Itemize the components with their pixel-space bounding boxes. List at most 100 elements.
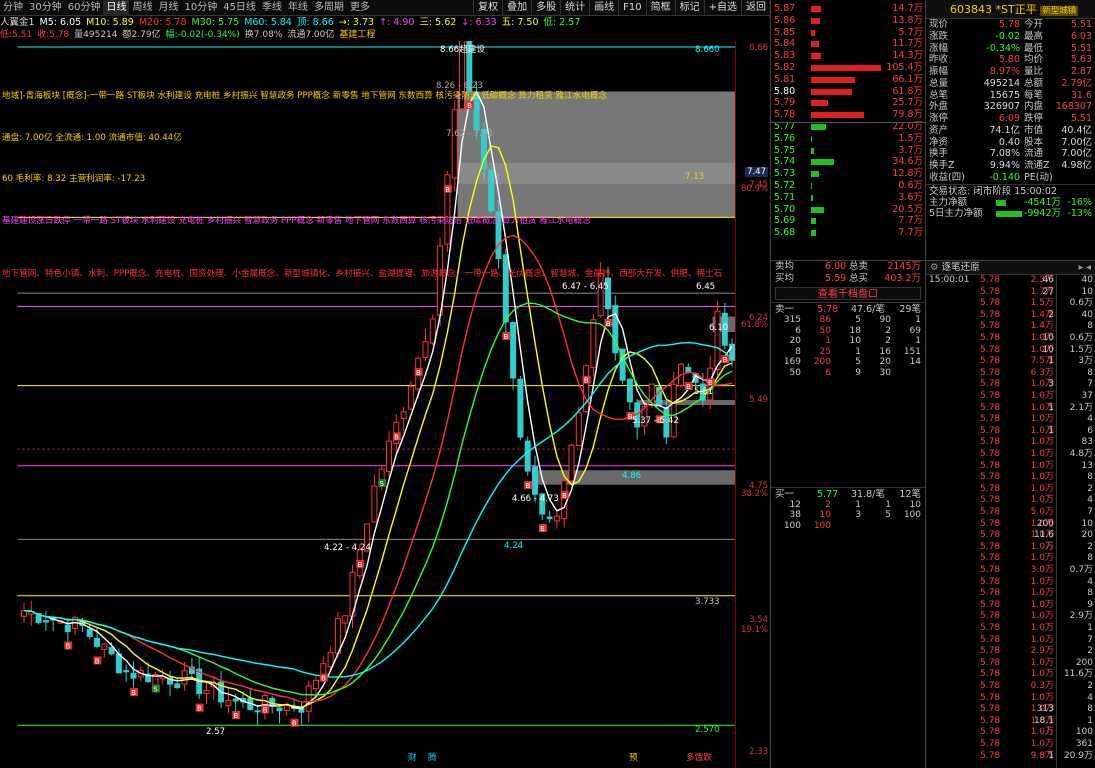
tick-volume: 1.0万 (1030, 391, 1054, 401)
signal-marker-label: B (66, 643, 71, 651)
quote-cell: 股本 (1024, 136, 1044, 148)
tick-count: 1 (1048, 356, 1054, 367)
capital-flow: 主力净额 -4541万 -16% 5日主力净额 -9942万 -13% (926, 197, 1095, 221)
timeframe-tab-3[interactable]: 日线 (103, 0, 130, 16)
ma-legend-item: 顶: 8.66 (296, 17, 334, 28)
ob-price: 5.83 (774, 50, 796, 62)
candle-body (203, 689, 210, 695)
ma-legend-item: 人翼金1 (0, 17, 35, 28)
ask-row[interactable]: 5.80 61.8万 (771, 86, 926, 98)
candle-body (334, 618, 341, 654)
quote-row: 换手 7.08% 流通 7.00亿 (926, 148, 1095, 160)
toolbar-button-3[interactable]: 统计 (560, 0, 589, 16)
tick-aux: 40 (1081, 309, 1093, 320)
candlestick-chart[interactable]: B B B S B B B B B B S B B B B B B B B B B B B B B B (0, 41, 770, 768)
toolbar-button-8[interactable]: +自选 (703, 0, 741, 16)
depth-view-button[interactable]: 查看千档盘口 (775, 287, 921, 300)
queue-cell: 1 (825, 336, 831, 347)
timeframe-tab-11[interactable]: 更多 (347, 0, 373, 16)
timeframe-tab-5[interactable]: 月线 (155, 0, 181, 16)
ask-row[interactable]: 5.87 14.7万 (771, 3, 926, 15)
ask-row[interactable]: 5.81 66.1万 (771, 74, 926, 86)
ask-row[interactable]: 5.83 14.3万 (771, 50, 926, 62)
tick-aux: 10 (1081, 286, 1093, 297)
ob-price: 5.74 (774, 156, 796, 168)
toolbar-button-1[interactable]: 叠加 (502, 0, 531, 16)
tick-aux: 4 (1087, 414, 1093, 425)
stock-title[interactable]: 603843 *ST正平 新型城镇 (926, 0, 1095, 19)
ask-row[interactable]: 5.86 13.8万 (771, 15, 926, 27)
timeframe-tab-4[interactable]: 周线 (129, 0, 155, 16)
flow-row: 主力净额 -4541万 -16% (926, 197, 1095, 209)
bid-row[interactable]: 5.72 0.6万 (771, 180, 926, 192)
toolbar-button-7[interactable]: 标记 (674, 0, 704, 16)
ask-row[interactable]: 5.85 5.7万 (771, 27, 926, 39)
quote-cell: 涨跌 (929, 30, 949, 42)
tick-header[interactable]: ⚙ 逐笔还原 ▸ ◂ (926, 261, 1095, 275)
axis-label: 80.9% (740, 184, 768, 194)
quote-cell: -0.02 (995, 30, 1020, 42)
toolbar-button-0[interactable]: 复权 (473, 0, 502, 16)
timeframe-tab-0[interactable]: 分钟 (0, 0, 26, 16)
quote-row: 现价 5.78 今开 5.51 (926, 19, 1095, 31)
tick-gear-icon[interactable]: ⚙ (930, 262, 939, 273)
bid-row[interactable]: 5.74 34.6万 (771, 156, 926, 168)
toolbar-button-4[interactable]: 画线 (589, 0, 618, 16)
queue-cell: 2 (885, 336, 891, 347)
timeframe-tab-2[interactable]: 60分钟 (65, 0, 104, 16)
tick-header-label: 逐笔还原 (941, 262, 980, 273)
timeframe-tab-6[interactable]: 10分钟 (181, 0, 220, 16)
toolbar-button-6[interactable]: 简框 (645, 0, 675, 16)
timeframe-tab-9[interactable]: 年线 (285, 0, 311, 16)
tick-row: 5.78 1.0万 1 6 (926, 426, 1095, 438)
candle-body (64, 624, 71, 633)
toolbar-button-5[interactable]: F10 (618, 0, 645, 16)
bid-row[interactable]: 5.68 7.7万 (771, 227, 926, 239)
tick-aux: 3万 (1078, 356, 1093, 367)
candle-body (539, 493, 546, 515)
ask-row[interactable]: 5.79 25.7万 (771, 97, 926, 109)
candle-body (517, 378, 524, 438)
ask-row[interactable]: 5.82 105.4万 (771, 62, 926, 74)
tick-aux: 0.6万 (1069, 298, 1093, 309)
tick-count: 27 (1042, 286, 1054, 297)
timeframe-tab-10[interactable]: 多周期 (311, 0, 347, 16)
toolbar-button-2[interactable]: 多股 (531, 0, 560, 16)
signal-marker-label: B (95, 657, 100, 665)
signal-marker-label: B (131, 689, 136, 697)
quote-cell: 9.94% (989, 160, 1020, 171)
tick-row: 15:00:01 5.78 2.3万 46 40 (926, 275, 1095, 287)
tick-price: 5.78 (980, 414, 1001, 425)
bid-row[interactable]: 5.73 12.8万 (771, 168, 926, 180)
signal-marker-label: B (358, 561, 363, 569)
ob-price: 5.78 (774, 109, 796, 121)
candle-body (86, 628, 93, 637)
quote-cell: 总笔 (929, 89, 949, 101)
quote-row: 净资 0.40 股本 7.00亿 (926, 137, 1095, 149)
quote-cell: 5.78 (998, 19, 1020, 30)
axis-label: 8.66 (749, 43, 768, 53)
quote-row: 总笔 15675 每笔 31.6 (926, 90, 1095, 102)
bid-row[interactable]: 5.71 3.6万 (771, 192, 926, 204)
ask-row[interactable]: 5.78 79.8万 (771, 109, 926, 121)
bid-row[interactable]: 5.69 7.7万 (771, 215, 926, 227)
timeframe-tab-1[interactable]: 30分钟 (26, 0, 65, 16)
tick-aux: 2 (1087, 681, 1093, 691)
timeframe-tab-8[interactable]: 季线 (259, 0, 285, 16)
tick-nav-icon[interactable]: ▸ ◂ (1078, 261, 1095, 275)
timeframe-tab-7[interactable]: 45日线 (220, 0, 259, 16)
quote-cell: 5.80 (998, 54, 1020, 66)
ask-row[interactable]: 5.84 11.7万 (771, 38, 926, 50)
bid-row[interactable]: 5.75 3.7万 (771, 145, 926, 157)
queue-cell: 20 (879, 357, 891, 368)
quote-cell: 7.00亿 (1061, 148, 1092, 160)
signal-marker-label: S (380, 480, 385, 488)
bid-row[interactable]: 5.76 1.5万 (771, 133, 926, 145)
tick-row: 5.78 1.0万 4 (926, 693, 1095, 705)
toolbar-button-9[interactable]: 返回 (741, 0, 770, 16)
avg-cell: 6.00 (825, 261, 847, 272)
tick-volume: 3.0万 (1030, 565, 1054, 575)
bid-row[interactable]: 5.70 20.5万 (771, 204, 926, 216)
quote-cell: 外盘 (929, 101, 949, 113)
tick-price: 5.78 (980, 715, 1001, 726)
